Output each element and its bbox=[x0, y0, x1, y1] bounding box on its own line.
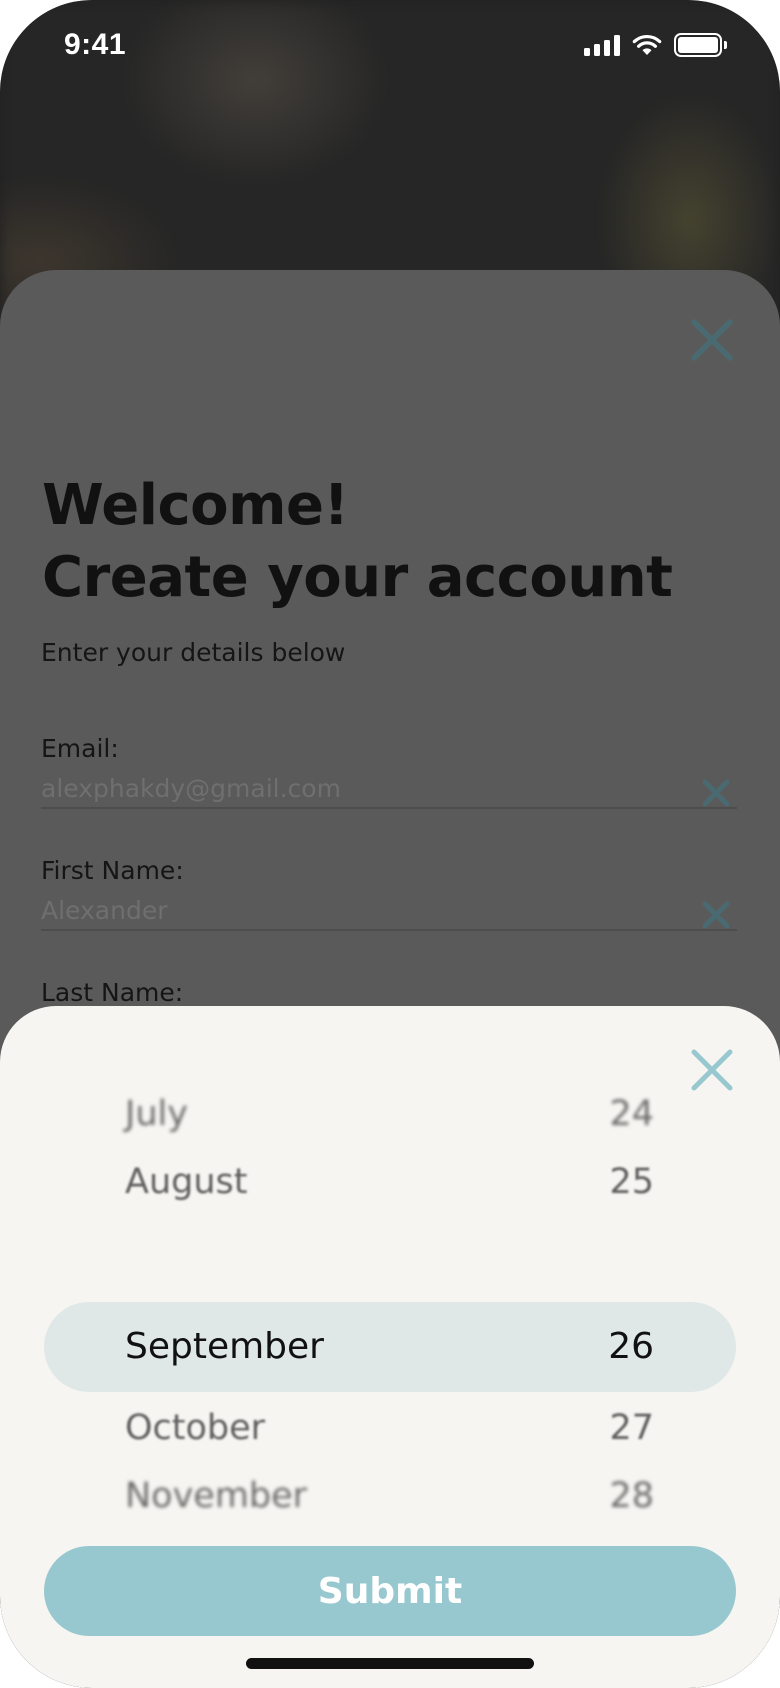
status-bar: 9:41 bbox=[0, 0, 780, 96]
picker-month: July bbox=[125, 1094, 188, 1134]
last-name-field-group: Last Name: bbox=[41, 978, 737, 1007]
first-name-label: First Name: bbox=[41, 856, 184, 885]
home-indicator[interactable] bbox=[246, 1658, 534, 1669]
submit-button[interactable]: Submit bbox=[44, 1546, 736, 1636]
email-field[interactable] bbox=[41, 769, 737, 809]
picker-day: 27 bbox=[609, 1408, 654, 1448]
battery-icon bbox=[674, 33, 727, 57]
page-title: Welcome! Create your account bbox=[42, 470, 673, 614]
picker-month: November bbox=[125, 1476, 308, 1516]
picker-month: August bbox=[125, 1162, 248, 1202]
picker-row-november[interactable]: November 28 bbox=[0, 1466, 780, 1526]
picker-month-selected: September bbox=[125, 1326, 324, 1367]
clear-first-name-icon[interactable] bbox=[701, 900, 731, 930]
first-name-field-group: First Name: bbox=[41, 856, 737, 931]
picker-day: 24 bbox=[609, 1094, 654, 1134]
close-icon[interactable] bbox=[690, 318, 734, 362]
picker-row-september[interactable]: September 26 bbox=[0, 1317, 780, 1377]
email-field-group: Email: bbox=[41, 734, 737, 809]
status-time: 9:41 bbox=[64, 28, 127, 61]
last-name-label: Last Name: bbox=[41, 978, 184, 1007]
picker-row-october[interactable]: October 27 bbox=[0, 1398, 780, 1458]
picker-row-july[interactable]: July 24 bbox=[0, 1084, 780, 1144]
signal-icon bbox=[584, 34, 620, 56]
first-name-field[interactable] bbox=[41, 891, 737, 931]
picker-month: October bbox=[125, 1408, 266, 1448]
wifi-icon bbox=[632, 34, 662, 55]
picker-day-selected: 26 bbox=[608, 1326, 654, 1367]
picker-day: 28 bbox=[609, 1476, 654, 1516]
clear-email-icon[interactable] bbox=[701, 778, 731, 808]
picker-row-august[interactable]: August 25 bbox=[0, 1152, 780, 1212]
status-icons bbox=[584, 33, 727, 57]
form-subtitle: Enter your details below bbox=[41, 638, 346, 667]
title-line-create: Create your account bbox=[42, 545, 673, 610]
phone-screen: 9:41 Welcome! Create your account Enter … bbox=[0, 0, 780, 1688]
date-picker-sheet: July 24 August 25 September 26 October 2… bbox=[0, 1006, 780, 1688]
email-label: Email: bbox=[41, 734, 119, 763]
title-line-welcome: Welcome! bbox=[42, 473, 349, 538]
picker-day: 25 bbox=[609, 1162, 654, 1202]
